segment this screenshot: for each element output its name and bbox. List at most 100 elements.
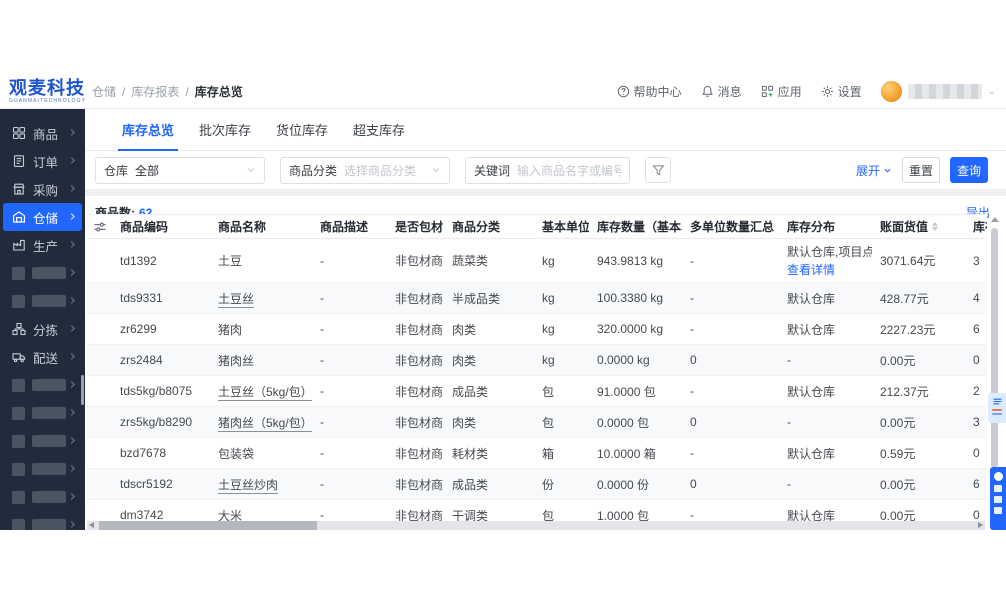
cell-packaging: 非包材商品 xyxy=(387,375,444,407)
tab-item[interactable]: 超支库存 xyxy=(349,120,409,150)
sidebar-item-blurred-7[interactable] xyxy=(3,483,82,511)
horizontal-scrollbar-thumb[interactable] xyxy=(99,521,317,530)
survey-widget[interactable] xyxy=(988,393,1006,423)
cell-multi: - xyxy=(682,437,779,469)
sidebar-scrollbar-thumb[interactable] xyxy=(81,375,84,405)
advanced-filter-button[interactable] xyxy=(645,157,671,183)
cell-packaging: 非包材商品 xyxy=(387,406,444,438)
chevron-right-icon xyxy=(68,436,77,445)
table-row: tds5kg/b8075土豆丝（5kg/包）-非包材商品成品类包91.0000 … xyxy=(87,375,987,407)
sidebar-item-warehouse[interactable]: 仓储 xyxy=(3,203,82,231)
product-name[interactable]: 猪肉丝（5kg/包） xyxy=(218,415,312,432)
cell-multi: - xyxy=(682,375,779,407)
sort-icon[interactable] xyxy=(932,222,939,231)
col-header-value[interactable]: 账面货值 xyxy=(872,214,965,239)
chevron-right-icon xyxy=(68,268,77,277)
tab-item[interactable]: 批次库存 xyxy=(195,120,255,150)
blurred-icon xyxy=(12,462,25,476)
chevron-right-icon xyxy=(68,212,77,221)
sidebar-item-blurred-6[interactable] xyxy=(3,455,82,483)
sidebar-item-goods[interactable]: 商品 xyxy=(3,119,82,147)
gear-menu-item[interactable]: 设置 xyxy=(821,83,862,100)
expand-label: 展开 xyxy=(855,163,880,178)
sidebar-item-blurred-2[interactable] xyxy=(3,287,82,315)
category-select-label: 商品分类 xyxy=(289,163,338,178)
horizontal-scrollbar[interactable] xyxy=(87,521,985,530)
customer-service-widget[interactable] xyxy=(990,467,1006,530)
cell-dist: 默认仓库,项目点仓库查看详情 xyxy=(779,238,872,283)
product-name[interactable]: 土豆丝 xyxy=(218,291,255,308)
search-button[interactable]: 查询 xyxy=(949,157,988,183)
cell-category: 蔬菜类 xyxy=(444,238,534,283)
vertical-scrollbar-thumb[interactable] xyxy=(991,228,998,468)
cell-desc: - xyxy=(312,344,387,376)
user-menu-caret-icon[interactable]: ⌄ xyxy=(988,86,996,97)
product-name[interactable]: 土豆丝炒肉 xyxy=(218,477,279,494)
cell-code: zr6299 xyxy=(112,313,210,345)
sidebar-item-blurred-8[interactable] xyxy=(3,511,82,530)
scroll-right-arrow-icon[interactable] xyxy=(978,522,983,528)
scroll-up-arrow-icon[interactable] xyxy=(991,217,999,222)
keyword-input[interactable]: 关键词 输入商品名字或编号搜索 xyxy=(465,156,630,184)
cell-value: 0.00元 xyxy=(872,344,965,376)
sidebar-item-blurred-3[interactable] xyxy=(3,371,82,399)
col-header-category: 商品分类 xyxy=(444,214,534,239)
sidebar-item-production[interactable]: 生产 xyxy=(3,231,82,259)
cell-name: 土豆丝（5kg/包） xyxy=(210,375,312,407)
cell-qty: 943.9813 kg xyxy=(589,238,682,283)
sidebar-item-delivery[interactable]: 配送 xyxy=(3,343,82,371)
blurred-icon xyxy=(12,294,25,308)
cell-value: 0.00元 xyxy=(872,499,965,521)
sidebar-nav: 商品 订单 采购 仓储 生产分拣 配送 xyxy=(0,109,85,530)
scroll-left-arrow-icon[interactable] xyxy=(89,522,94,528)
cell-settings xyxy=(87,375,112,407)
column-settings-icon[interactable] xyxy=(93,220,108,234)
view-detail-link[interactable]: 查看详情 xyxy=(787,262,868,278)
cell-packaging: 非包材商品 xyxy=(387,282,444,314)
cell-settings xyxy=(87,238,112,283)
cell-unit: kg xyxy=(534,282,589,314)
sidebar-item-sorting[interactable]: 分拣 xyxy=(3,315,82,343)
col-header-qty[interactable]: 库存数量（基本单位） xyxy=(589,214,682,239)
col-header-settings[interactable] xyxy=(87,214,112,239)
cell-packaging: 非包材商品 xyxy=(387,437,444,469)
category-select[interactable]: 商品分类 选择商品分类 xyxy=(280,156,450,184)
product-name[interactable]: 土豆丝（5kg/包） xyxy=(218,384,312,401)
cell-settings xyxy=(87,313,112,345)
expand-button[interactable]: 展开 xyxy=(856,162,892,179)
cell-multi: 0 xyxy=(682,468,779,500)
user-menu[interactable]: ⌄ xyxy=(880,81,996,102)
table-header-row: 商品编码商品名称商品描述是否包材商品分类基本单位库存数量（基本单位）多单位数量汇… xyxy=(87,214,987,239)
sidebar-item-blurred-5[interactable] xyxy=(3,427,82,455)
cell-category: 干调类 xyxy=(444,499,534,521)
table-row: dm3742大米-非包材商品干调类包1.0000 包-默认仓库0.00元0 xyxy=(87,499,987,521)
warehouse-icon xyxy=(12,210,26,224)
sidebar-item-purchase[interactable]: 采购 xyxy=(3,175,82,203)
tab-item-active[interactable]: 库存总览 xyxy=(118,120,179,151)
breadcrumb-link[interactable]: 库存报表 xyxy=(131,83,179,100)
brand-logo[interactable]: 观麦科技 GUANMAITECHNOLOGY xyxy=(0,79,88,104)
sidebar-item-orders[interactable]: 订单 xyxy=(3,147,82,175)
apps-menu-item[interactable]: 应用 xyxy=(761,83,802,100)
avatar[interactable] xyxy=(880,81,902,102)
table-row: tds9331土豆丝-非包材商品半成品类kg100.3380 kg-默认仓库42… xyxy=(87,282,987,314)
sidebar-item-blurred-1[interactable] xyxy=(3,259,82,287)
funnel-icon xyxy=(651,164,665,177)
help-menu-item[interactable]: 帮助中心 xyxy=(617,83,682,100)
warehouse-select[interactable]: 仓库 全部 xyxy=(95,156,265,184)
cell-packaging: 非包材商品 xyxy=(387,344,444,376)
cell-avg: 0 xyxy=(965,437,987,469)
sidebar-item-blurred-4[interactable] xyxy=(3,399,82,427)
breadcrumb-link[interactable]: 仓储 xyxy=(92,83,116,100)
tab-item[interactable]: 货位库存 xyxy=(272,120,332,150)
cell-code: tdscr5192 xyxy=(112,468,210,500)
chevron-right-icon xyxy=(68,324,77,333)
table-row: bzd7678包装袋-非包材商品耗材类箱10.0000 箱-默认仓库0.59元0 xyxy=(87,437,987,469)
cell-name: 大米 xyxy=(210,499,312,521)
cell-value: 212.37元 xyxy=(872,375,965,407)
cell-unit: 份 xyxy=(534,468,589,500)
bell-menu-item[interactable]: 消息 xyxy=(701,83,742,100)
cell-qty: 0.0000 kg xyxy=(589,344,682,376)
reset-button[interactable]: 重置 xyxy=(901,157,940,183)
cell-value: 0.00元 xyxy=(872,468,965,500)
